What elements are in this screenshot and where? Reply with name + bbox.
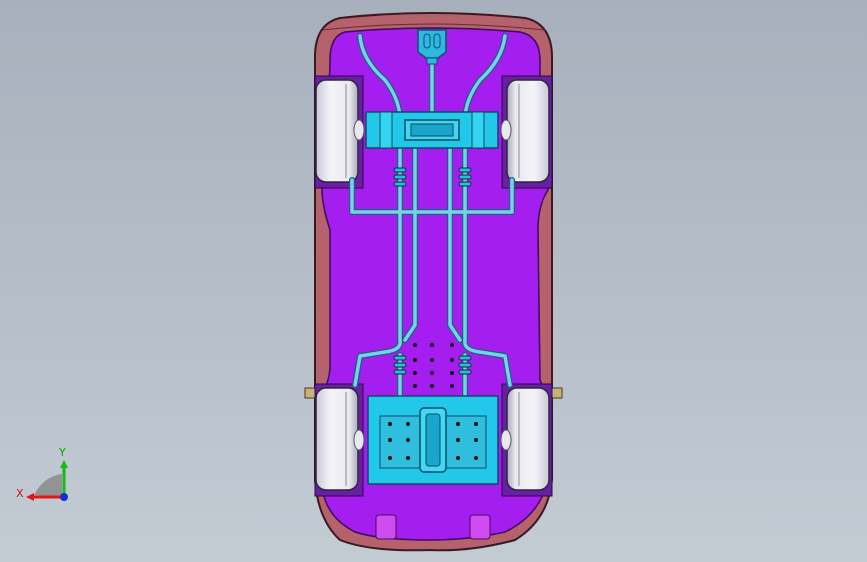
- front-right-wheel[interactable]: [500, 79, 550, 183]
- z-axis-dot-icon: [60, 493, 68, 501]
- front-axle-block[interactable]: [365, 111, 499, 149]
- x-axis-arrow-icon: [26, 493, 34, 501]
- x-axis-label: X: [16, 487, 24, 500]
- coordinate-triad: X Y: [16, 446, 68, 501]
- cad-viewport[interactable]: X Y: [0, 0, 867, 562]
- y-axis-label: Y: [58, 446, 66, 459]
- left-mirror: [304, 387, 316, 399]
- y-axis-arrow-icon: [60, 460, 68, 468]
- front-left-wheel[interactable]: [315, 79, 365, 183]
- rear-motor-mount[interactable]: [367, 395, 499, 485]
- right-mirror: [551, 387, 563, 399]
- model-canvas[interactable]: X Y: [0, 0, 867, 562]
- rear-left-wheel[interactable]: [315, 387, 365, 491]
- rear-right-wheel[interactable]: [500, 387, 550, 491]
